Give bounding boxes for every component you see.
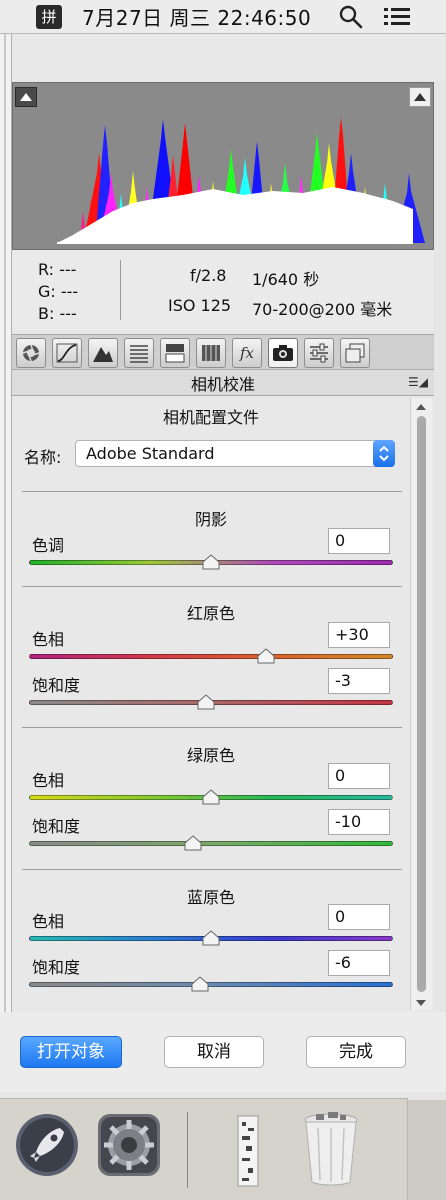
aperture-icon [22, 344, 40, 362]
scroll-down-icon[interactable] [416, 1000, 426, 1006]
curve-icon [56, 343, 78, 363]
lens-icon [202, 345, 220, 361]
scroll-up-icon[interactable] [416, 404, 426, 410]
sliders-icon [310, 343, 328, 363]
section-divider [22, 491, 402, 492]
blue-hue-input[interactable]: 0 [328, 904, 390, 930]
triangle-up-icon [20, 93, 32, 101]
section-divider [22, 869, 402, 870]
red-hue-input[interactable]: +30 [328, 622, 390, 648]
panel-menu-icon[interactable]: ☰◢ [408, 375, 428, 389]
panel-tab-bar: fx [12, 334, 434, 370]
image-info: R: --- G: --- B: --- f/2.8 1/640 秒 ISO 1… [12, 250, 434, 330]
tab-basic[interactable] [16, 338, 46, 368]
chevron-up-down-icon [379, 445, 389, 462]
camera-profile-value: Adobe Standard [86, 444, 215, 463]
split-toning-icon [165, 344, 185, 363]
tab-effects[interactable]: fx [232, 338, 262, 368]
shadows-tint-label: 色调 [32, 536, 65, 555]
tab-lens-corrections[interactable] [196, 338, 226, 368]
blue-saturation-input[interactable]: -6 [328, 950, 390, 976]
camera-icon [273, 345, 293, 361]
red-saturation-label: 饱和度 [32, 676, 81, 695]
mountain-icon [93, 347, 113, 362]
input-method-indicator[interactable]: 拼 [36, 4, 62, 29]
tab-detail[interactable] [88, 338, 118, 368]
dock-divider [187, 1112, 188, 1188]
section-divider [22, 727, 402, 728]
highlight-clipping-toggle[interactable] [409, 87, 431, 107]
cancel-button[interactable]: 取消 [164, 1036, 264, 1068]
hsl-lines-icon [130, 345, 148, 363]
notification-center-icon[interactable] [384, 6, 410, 28]
panel-title: 相机校准 [190, 374, 255, 394]
green-readout: G: --- [38, 282, 79, 301]
effects-fx-icon: fx [239, 344, 254, 362]
menu-bar-clock[interactable]: 7月27日 周三 22:46:50 [82, 2, 311, 31]
select-stepper[interactable] [373, 440, 395, 467]
triangle-up-icon [414, 93, 426, 101]
info-divider [120, 260, 121, 320]
system-preferences-gear-icon[interactable] [96, 1112, 162, 1178]
shadow-clipping-toggle[interactable] [15, 87, 37, 107]
snapshots-icon [345, 343, 365, 363]
tab-snapshots[interactable] [340, 338, 370, 368]
menu-bar: 拼 7月27日 周三 22:46:50 [0, 0, 446, 34]
done-button[interactable]: 完成 [306, 1036, 406, 1068]
downloads-stack-icon[interactable] [236, 1114, 260, 1188]
blue-saturation-label: 饱和度 [32, 958, 81, 977]
tab-camera-calibration[interactable] [268, 338, 298, 368]
histogram [12, 82, 434, 250]
red-hue-label: 色相 [32, 630, 65, 649]
blue-saturation-slider[interactable] [29, 982, 393, 987]
histogram-graph [57, 117, 425, 244]
camera-profile-select[interactable]: Adobe Standard [75, 440, 395, 467]
blue-hue-label: 色相 [32, 912, 65, 931]
tab-split-toning[interactable] [160, 338, 190, 368]
green-saturation-slider[interactable] [29, 841, 393, 846]
green-hue-label: 色相 [32, 771, 65, 790]
red-primary-heading: 红原色 [186, 604, 235, 623]
aperture-value: f/2.8 [190, 266, 227, 285]
shutter-value: 1/640 秒 [252, 270, 320, 289]
iso-value: ISO 125 [168, 296, 232, 315]
trash-icon[interactable] [300, 1108, 362, 1188]
panel-scrollbar[interactable] [410, 398, 432, 1010]
profile-name-label: 名称: [24, 448, 62, 467]
tab-tone-curve[interactable] [52, 338, 82, 368]
tab-hsl[interactable] [124, 338, 154, 368]
blue-readout: B: --- [38, 304, 77, 323]
lens-value: 70-200@200 毫米 [252, 300, 393, 319]
window-top-area [12, 34, 446, 82]
section-divider [22, 586, 402, 587]
red-hue-slider[interactable] [29, 654, 393, 659]
window-left-edge [0, 34, 12, 1014]
spotlight-search-icon[interactable] [338, 4, 364, 30]
red-saturation-input[interactable]: -3 [328, 668, 390, 694]
scroll-thumb[interactable] [417, 416, 426, 992]
open-object-button[interactable]: 打开对象 [20, 1036, 122, 1068]
panel-header: 相机校准 ☰◢ [12, 370, 434, 396]
green-hue-input[interactable]: 0 [328, 763, 390, 789]
green-saturation-label: 饱和度 [32, 817, 81, 836]
tab-presets[interactable] [304, 338, 334, 368]
shadows-tint-input[interactable]: 0 [328, 528, 390, 554]
shadows-heading: 阴影 [194, 510, 227, 529]
launchpad-rocket-icon[interactable] [14, 1112, 80, 1178]
green-saturation-input[interactable]: -10 [328, 809, 390, 835]
camera-profile-heading: 相机配置文件 [162, 408, 259, 427]
red-readout: R: --- [38, 260, 77, 279]
